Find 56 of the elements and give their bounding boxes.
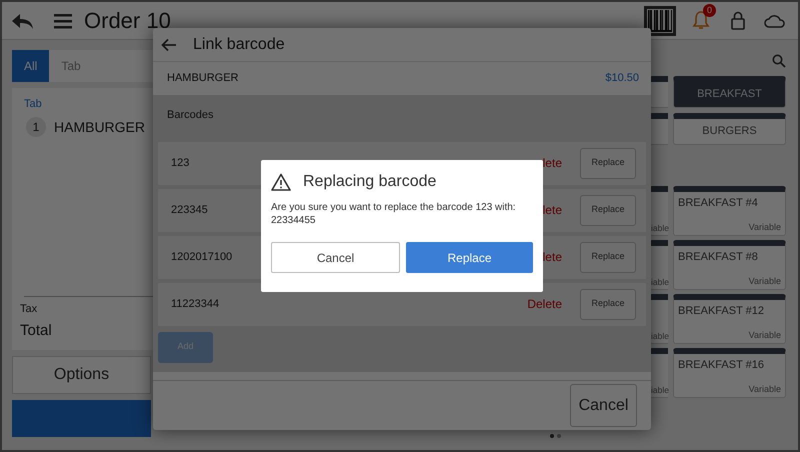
barcode-value: 11223344 — [171, 296, 220, 312]
cloud-icon[interactable] — [764, 12, 786, 28]
panel-title: Link barcode — [193, 34, 285, 54]
product-tile[interactable]: BREAKFAST #8 Variable — [673, 240, 786, 290]
back-arrow-icon[interactable] — [161, 38, 177, 52]
delete-link[interactable]: Delete — [527, 295, 562, 313]
warning-icon — [271, 173, 291, 191]
delete-link[interactable]: lete — [542, 154, 562, 172]
category-button[interactable]: BREAKFAST — [673, 76, 786, 108]
menu-icon[interactable] — [54, 12, 72, 28]
replace-button[interactable]: Replace — [580, 194, 636, 226]
order-tab[interactable]: All — [12, 50, 50, 82]
replace-button[interactable]: Replace — [580, 148, 636, 178]
product-name: HAMBURGER — [167, 71, 239, 86]
replace-button[interactable]: Replace — [580, 242, 636, 272]
product-name: BREAKFAST #4 — [678, 196, 759, 211]
barcode-value: 123 — [171, 156, 190, 171]
tax-label: Tax — [20, 302, 38, 317]
search-icon[interactable] — [772, 54, 786, 68]
category-button[interactable]: BURGERS — [673, 113, 786, 145]
notification-badge: 0 — [703, 4, 716, 16]
group-label: Tab — [24, 97, 43, 112]
variable-label: iable — [651, 222, 669, 235]
delete-link[interactable]: lete — [542, 248, 562, 266]
lock-icon[interactable] — [730, 10, 746, 30]
variable-label: iable — [651, 276, 669, 289]
variable-label: iable — [651, 384, 669, 397]
product-name: BREAKFAST #8 — [678, 250, 759, 265]
replace-button[interactable]: Replace — [406, 242, 533, 273]
variable-label: Variable — [748, 274, 781, 288]
delete-link[interactable]: lete — [542, 201, 562, 219]
variable-label: Variable — [748, 382, 781, 396]
order-item-name[interactable]: HAMBURGER — [54, 116, 146, 138]
barcode-scanner-button[interactable] — [644, 6, 676, 36]
order-title: Order 10 — [84, 7, 171, 35]
product-tile[interactable]: BREAKFAST #16 Variable — [673, 348, 786, 398]
dialog-title: Replacing barcode — [303, 172, 436, 192]
product-name: BREAKFAST #12 — [678, 304, 766, 319]
dialog-message: Are you sure you want to replace the barcode 123 with: 22334455 — [271, 202, 517, 227]
total-label: Total — [20, 320, 53, 340]
cancel-button[interactable]: Cancel — [570, 384, 637, 427]
product-tile[interactable]: BREAKFAST #12 Variable — [673, 294, 786, 344]
product-tile[interactable]: BREAKFAST #4 Variable — [673, 186, 786, 236]
product-price: $10.50 — [605, 71, 639, 86]
options-button[interactable]: Options — [12, 356, 151, 394]
product-name: BREAKFAST #16 — [678, 358, 766, 373]
replace-button[interactable]: Replace — [580, 288, 636, 320]
cancel-button[interactable]: Cancel — [271, 242, 400, 273]
variable-label: Variable — [748, 220, 781, 234]
barcode-value: 223345 — [171, 202, 208, 218]
variable-label: Variable — [748, 328, 781, 342]
barcode-value: 1202017100 — [171, 250, 232, 265]
section-label: Barcodes — [166, 108, 214, 123]
variable-label: iable — [651, 330, 669, 343]
quantity-badge: 1 — [26, 117, 46, 137]
checkout-button[interactable] — [12, 400, 151, 437]
